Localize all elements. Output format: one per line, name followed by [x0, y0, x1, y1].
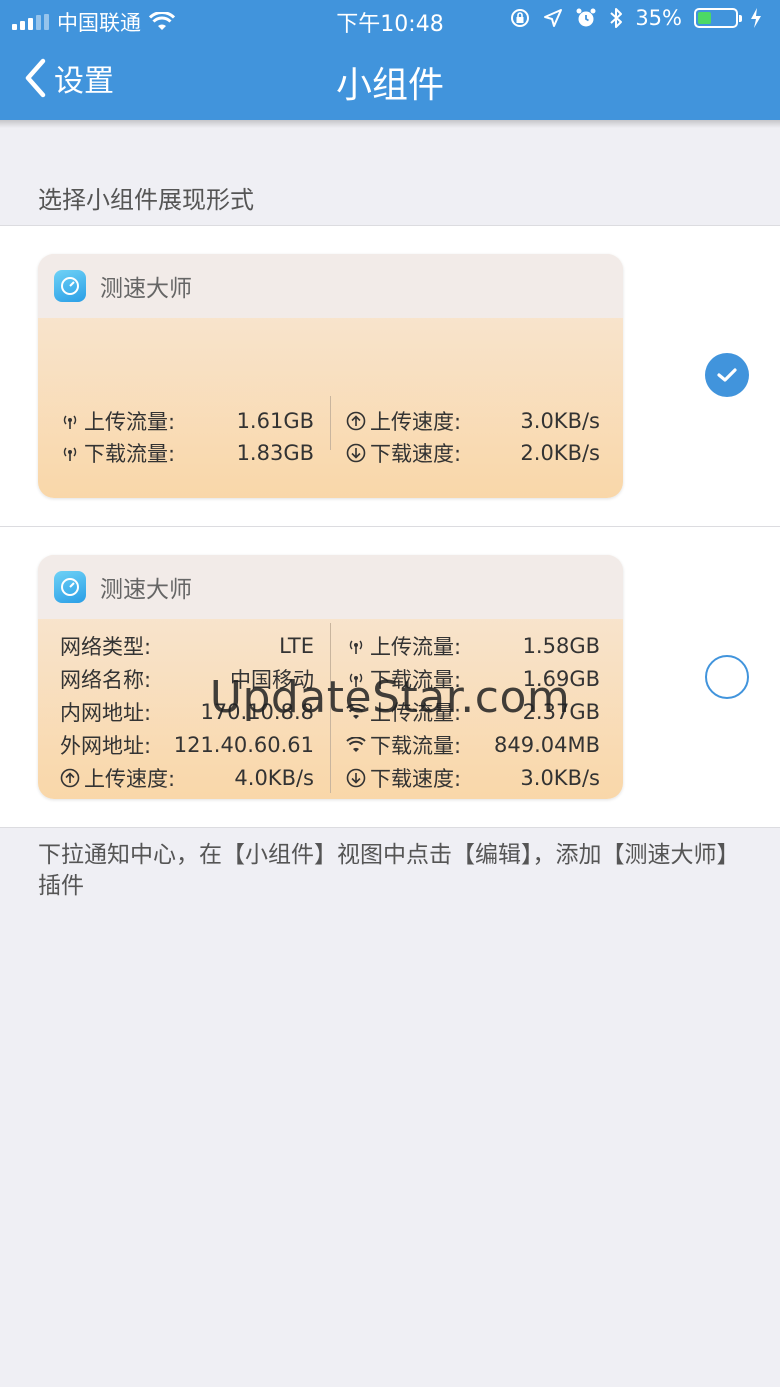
stat-value: 3.0KB/s [520, 766, 600, 790]
stat-row: 下载速度: 2.0KB/s [346, 438, 600, 468]
checkmark-icon [717, 368, 737, 382]
battery-icon [694, 8, 742, 28]
stat-label: 外网地址: [60, 734, 152, 758]
stat-row: 下载流量: 1.83GB [60, 438, 314, 468]
speedometer-icon [54, 571, 86, 603]
column-divider [330, 623, 331, 793]
stat-label: 下载流量: [370, 734, 462, 758]
battery-percent: 35% [635, 6, 682, 30]
widget-app-name: 测速大师 [100, 276, 192, 302]
stat-value: 1.58GB [522, 634, 600, 658]
widget-app-name: 测速大师 [100, 577, 192, 603]
stat-row: 下载速度: 3.0KB/s [346, 763, 600, 793]
stat-label: 上传流量: [84, 410, 176, 434]
stat-label: 下载速度: [370, 767, 462, 791]
navigation-bar: 中国联通 下午10:48 35% 设置 小组件 [0, 0, 780, 120]
wifi-icon [346, 735, 366, 755]
stat-value: 1.61GB [236, 409, 314, 433]
stat-label: 下载流量: [84, 442, 176, 466]
bluetooth-icon [610, 8, 623, 28]
widget-preview: 测速大师 上传流量: 1.61GB 下载流量: 1.83GB 上传速度: 3.0… [38, 254, 623, 498]
stat-label: 上传速度: [84, 767, 176, 791]
widget-header: 测速大师 [38, 555, 623, 619]
stat-row: 下载流量: 1.69GB [346, 664, 600, 694]
stat-row: 上传流量: 2.37GB [346, 697, 600, 727]
status-right-group: 35% [509, 6, 762, 30]
stat-label: 上传速度: [370, 410, 462, 434]
stat-row: 下载流量: 849.04MB [346, 730, 600, 760]
download-circle-icon [346, 443, 366, 463]
option-radio-unselected[interactable] [705, 655, 749, 699]
widget-preview: 测速大师 网络类型: LTE 网络名称: 中国移动 内网地址: 170.10.8… [38, 555, 623, 799]
stat-value: 中国移动 [230, 668, 314, 692]
stat-row: 内网地址: 170.10.8.8 [60, 697, 314, 727]
antenna-icon [60, 443, 80, 463]
stat-label: 网络名称: [60, 668, 152, 692]
stat-label: 上传流量: [370, 701, 462, 725]
nav-shadow [0, 120, 780, 128]
speedometer-icon [54, 270, 86, 302]
stat-value: LTE [279, 634, 314, 658]
stat-label: 下载速度: [370, 442, 462, 466]
stat-value: 2.0KB/s [520, 441, 600, 465]
instruction-text: 下拉通知中心，在【小组件】视图中点击【编辑】，添加【测速大师】插件 [38, 842, 740, 899]
stat-row: 上传流量: 1.58GB [346, 631, 600, 661]
stat-value: 170.10.8.8 [200, 700, 314, 724]
option-radio-selected[interactable] [705, 353, 749, 397]
stat-label: 网络类型: [60, 635, 152, 659]
wifi-icon [346, 702, 366, 722]
widget-header: 测速大师 [38, 254, 623, 318]
stat-row: 网络名称: 中国移动 [60, 664, 314, 694]
antenna-icon [346, 636, 366, 656]
upload-circle-icon [60, 768, 80, 788]
stat-row: 上传流量: 1.61GB [60, 406, 314, 436]
location-icon [544, 9, 563, 27]
stat-value: 3.0KB/s [520, 409, 600, 433]
stat-value: 121.40.60.61 [173, 733, 314, 757]
stat-value: 1.69GB [522, 667, 600, 691]
widget-option-compact[interactable]: 测速大师 上传流量: 1.61GB 下载流量: 1.83GB 上传速度: 3.0… [0, 225, 780, 527]
section-title: 选择小组件展现形式 [38, 186, 254, 214]
antenna-icon [346, 669, 366, 689]
stat-row: 上传速度: 3.0KB/s [346, 406, 600, 436]
battery-fill [698, 12, 711, 24]
stat-value: 4.0KB/s [234, 766, 314, 790]
upload-circle-icon [346, 411, 366, 431]
stat-value: 1.83GB [236, 441, 314, 465]
download-circle-icon [346, 768, 366, 788]
antenna-icon [60, 411, 80, 431]
page-title: 小组件 [335, 65, 444, 106]
status-bar: 中国联通 下午10:48 35% [0, 0, 780, 40]
orientation-lock-icon [511, 9, 530, 27]
stat-label: 下载流量: [370, 668, 462, 692]
stat-value: 849.04MB [493, 733, 600, 757]
stat-row: 外网地址: 121.40.60.61 [60, 730, 314, 760]
stat-label: 上传流量: [370, 635, 462, 659]
stat-label: 内网地址: [60, 701, 152, 725]
stat-row: 上传速度: 4.0KB/s [60, 763, 314, 793]
alarm-icon [576, 8, 596, 27]
widget-option-detailed[interactable]: 测速大师 网络类型: LTE 网络名称: 中国移动 内网地址: 170.10.8… [0, 526, 780, 828]
stat-value: 2.37GB [522, 700, 600, 724]
charging-icon [751, 8, 761, 28]
column-divider [330, 396, 331, 450]
stat-row: 网络类型: LTE [60, 631, 314, 661]
